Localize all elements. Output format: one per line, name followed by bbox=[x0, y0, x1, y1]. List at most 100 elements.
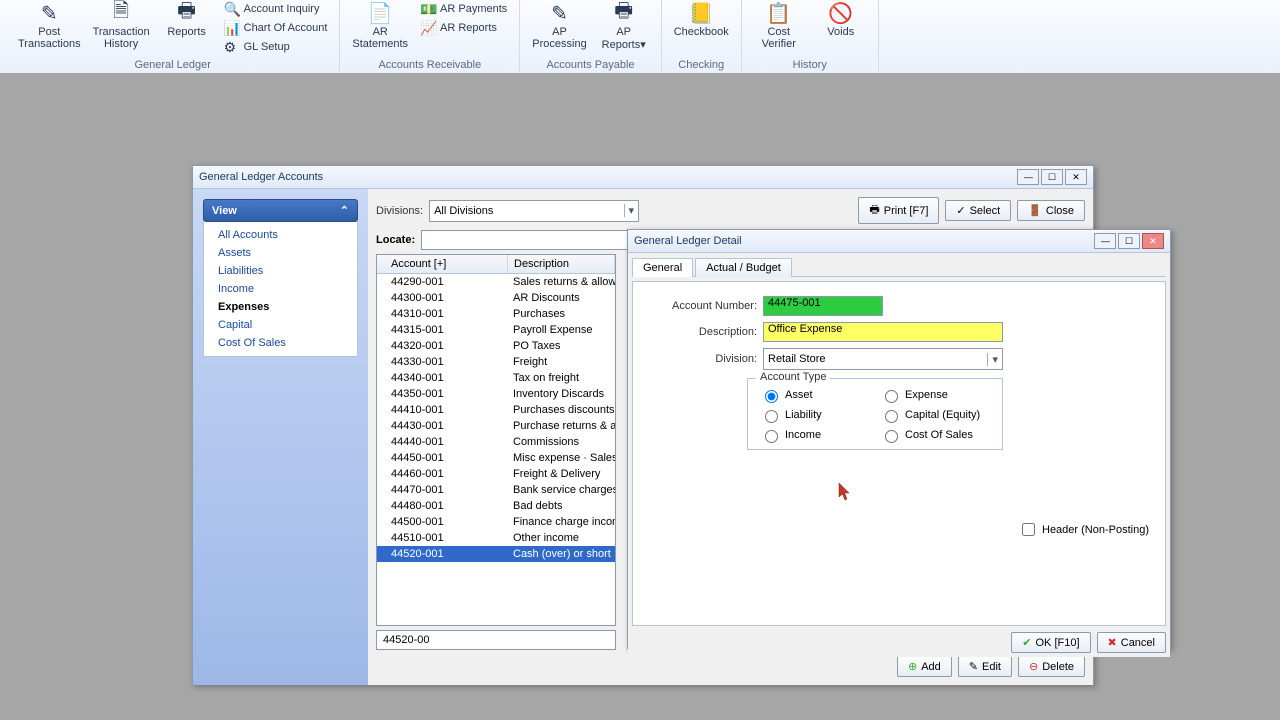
sidebar-item-liabilities[interactable]: Liabilities bbox=[204, 262, 357, 280]
ribbon-ar-reports[interactable]: 📈AR Reports bbox=[416, 19, 511, 37]
divisions-combo[interactable]: All Divisions▾ bbox=[429, 200, 639, 222]
table-row[interactable]: 44410-001Purchases discounts bbox=[377, 402, 615, 418]
ribbon-transaction-history[interactable]: 🗎TransactionHistory bbox=[89, 0, 154, 56]
workarea: General Ledger Accounts — ☐ ✕ View ⌃ All… bbox=[0, 73, 1280, 720]
view-header[interactable]: View ⌃ bbox=[203, 199, 358, 222]
door-icon: 🚪 bbox=[1028, 204, 1042, 217]
detail-window: General Ledger Detail — ☐ ✕ General Actu… bbox=[627, 229, 1171, 649]
ok-button[interactable]: ✔OK [F10] bbox=[1011, 632, 1090, 653]
table-row[interactable]: 44340-001Tax on freight bbox=[377, 370, 615, 386]
ribbon-ap-processing[interactable]: ✎APProcessing bbox=[528, 0, 590, 52]
account-type-expense[interactable]: Expense bbox=[880, 387, 990, 403]
collapse-icon: ⌃ bbox=[340, 204, 349, 217]
plus-icon: ⊕ bbox=[908, 660, 917, 673]
table-row[interactable]: 44310-001Purchases bbox=[377, 306, 615, 322]
check-icon: ✔ bbox=[1022, 636, 1031, 649]
ribbon-icon: 📄 bbox=[366, 1, 394, 25]
account-type-income[interactable]: Income bbox=[760, 427, 870, 443]
ribbon-chart-of-account[interactable]: 📊Chart Of Account bbox=[220, 19, 332, 37]
account-type-asset[interactable]: Asset bbox=[760, 387, 870, 403]
ribbon-icon: 💵 bbox=[420, 1, 436, 17]
view-sidebar: View ⌃ All AccountsAssetsLiabilitiesInco… bbox=[193, 189, 368, 685]
sidebar-item-all-accounts[interactable]: All Accounts bbox=[204, 226, 357, 244]
ribbon-icon: 📒 bbox=[687, 1, 715, 25]
detail-titlebar: General Ledger Detail — ☐ ✕ bbox=[628, 230, 1170, 253]
ribbon-icon: ⚙ bbox=[224, 39, 240, 55]
table-row[interactable]: 44510-001Other income bbox=[377, 530, 615, 546]
maximize-button[interactable]: ☐ bbox=[1041, 169, 1063, 185]
table-row[interactable]: 44520-001Cash (over) or short bbox=[377, 546, 615, 562]
gla-titlebar: General Ledger Accounts — ☐ ✕ bbox=[193, 166, 1093, 189]
table-row[interactable]: 44350-001Inventory Discards bbox=[377, 386, 615, 402]
tab-general[interactable]: General bbox=[632, 258, 693, 277]
locate-label: Locate: bbox=[376, 234, 415, 246]
ribbon-icon: 📈 bbox=[420, 20, 436, 36]
table-row[interactable]: 44430-001Purchase returns & allowa bbox=[377, 418, 615, 434]
col-description[interactable]: Description bbox=[508, 255, 615, 273]
close-button[interactable]: ✕ bbox=[1142, 233, 1164, 249]
ribbon-icon: 📋 bbox=[765, 1, 793, 25]
maximize-button[interactable]: ☐ bbox=[1118, 233, 1140, 249]
table-row[interactable]: 44315-001Payroll Expense bbox=[377, 322, 615, 338]
ribbon-icon: 🖶 bbox=[610, 1, 638, 25]
printer-icon: 🖶 bbox=[869, 201, 879, 220]
view-label: View bbox=[212, 205, 237, 217]
select-button[interactable]: ✓Select bbox=[945, 200, 1011, 221]
check-icon: ✓ bbox=[956, 204, 965, 217]
table-row[interactable]: 44330-001Freight bbox=[377, 354, 615, 370]
ribbon-ar-payments[interactable]: 💵AR Payments bbox=[416, 0, 511, 18]
table-row[interactable]: 44470-001Bank service charges bbox=[377, 482, 615, 498]
minimize-button[interactable]: — bbox=[1017, 169, 1039, 185]
account-type-liability[interactable]: Liability bbox=[760, 407, 870, 423]
ribbon-account-inquiry[interactable]: 🔍Account Inquiry bbox=[220, 0, 332, 18]
ribbon-checkbook[interactable]: 📒Checkbook bbox=[670, 0, 733, 39]
account-type-cost-of-sales[interactable]: Cost Of Sales bbox=[880, 427, 990, 443]
ribbon-cost-verifier[interactable]: 📋CostVerifier bbox=[750, 0, 808, 51]
sidebar-item-cost-of-sales[interactable]: Cost Of Sales bbox=[204, 334, 357, 352]
account-number-input[interactable]: 44475-001 bbox=[763, 296, 883, 316]
ribbon-gl-setup[interactable]: ⚙GL Setup bbox=[220, 38, 332, 56]
table-row[interactable]: 44300-001AR Discounts bbox=[377, 290, 615, 306]
print-button[interactable]: 🖶Print [F7] bbox=[858, 197, 939, 224]
sidebar-item-assets[interactable]: Assets bbox=[204, 244, 357, 262]
delete-button[interactable]: ⊖Delete bbox=[1018, 656, 1085, 677]
ribbon-group-label: Accounts Receivable bbox=[378, 59, 481, 73]
add-button[interactable]: ⊕Add bbox=[897, 656, 952, 677]
table-row[interactable]: 44440-001Commissions bbox=[377, 434, 615, 450]
minimize-button[interactable]: — bbox=[1094, 233, 1116, 249]
ribbon-reports[interactable]: 🖶Reports bbox=[158, 0, 216, 56]
cancel-button[interactable]: ✖Cancel bbox=[1097, 632, 1166, 653]
x-icon: ✖ bbox=[1108, 636, 1117, 649]
table-row[interactable]: 44500-001Finance charge income bbox=[377, 514, 615, 530]
ribbon-icon: 🗎 bbox=[107, 1, 135, 25]
ribbon-group-label: Checking bbox=[678, 59, 724, 73]
description-input[interactable]: Office Expense bbox=[763, 322, 1003, 342]
col-account[interactable]: Account [+] bbox=[377, 255, 508, 273]
ribbon-post-transactions[interactable]: ✎PostTransactions bbox=[14, 0, 85, 56]
sidebar-item-expenses[interactable]: Expenses bbox=[204, 298, 357, 316]
tab-actual-budget[interactable]: Actual / Budget bbox=[695, 258, 792, 277]
sidebar-item-income[interactable]: Income bbox=[204, 280, 357, 298]
edit-button[interactable]: ✎Edit bbox=[958, 656, 1012, 677]
account-number-label: Account Number: bbox=[647, 300, 757, 312]
header-nonposting-checkbox[interactable] bbox=[1022, 523, 1035, 536]
divisions-value: All Divisions bbox=[434, 205, 493, 217]
table-row[interactable]: 44320-001PO Taxes bbox=[377, 338, 615, 354]
close-button[interactable]: ✕ bbox=[1065, 169, 1087, 185]
account-type-capital-equity-[interactable]: Capital (Equity) bbox=[880, 407, 990, 423]
table-row[interactable]: 44480-001Bad debts bbox=[377, 498, 615, 514]
table-row[interactable]: 44290-001Sales returns & allowance bbox=[377, 274, 615, 290]
description-label: Description: bbox=[647, 326, 757, 338]
division-combo[interactable]: Retail Store▾ bbox=[763, 348, 1003, 370]
detail-title: General Ledger Detail bbox=[634, 235, 742, 247]
table-row[interactable]: 44450-001Misc expense · Sales bbox=[377, 450, 615, 466]
footer-account-input[interactable]: 44520-00 bbox=[376, 630, 616, 650]
table-row[interactable]: 44460-001Freight & Delivery bbox=[377, 466, 615, 482]
ribbon-ar-statements[interactable]: 📄ARStatements bbox=[348, 0, 412, 51]
sidebar-item-capital[interactable]: Capital bbox=[204, 316, 357, 334]
close-window-button[interactable]: 🚪Close bbox=[1017, 200, 1085, 221]
ribbon: ✎PostTransactions🗎TransactionHistory🖶Rep… bbox=[0, 0, 1280, 74]
header-nonposting-label: Header (Non-Posting) bbox=[1042, 524, 1149, 536]
ribbon-ap-reports▾[interactable]: 🖶APReports▾ bbox=[595, 0, 653, 52]
ribbon-voids[interactable]: 🚫Voids bbox=[812, 0, 870, 51]
